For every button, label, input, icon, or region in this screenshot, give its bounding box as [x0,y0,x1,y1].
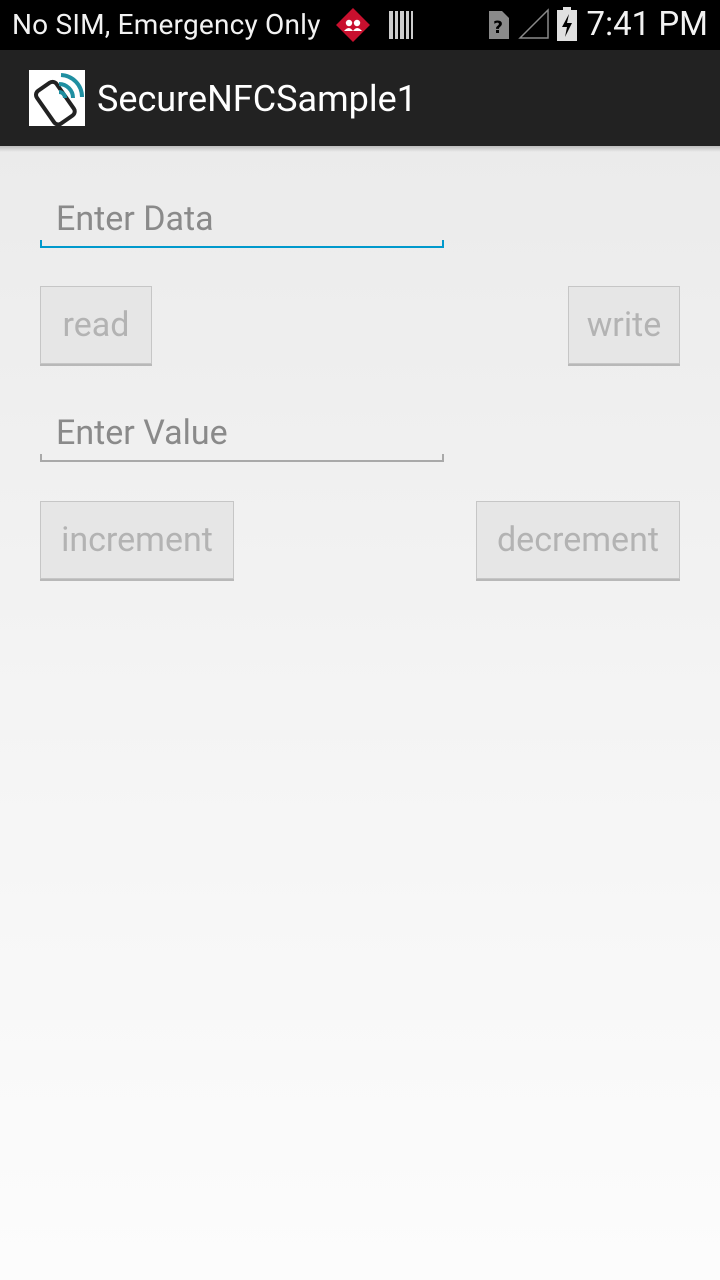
increment-button[interactable]: increment [40,501,234,579]
decrement-button[interactable]: decrement [476,501,680,579]
data-input[interactable] [40,190,444,248]
action-bar-shadow [0,146,720,152]
nfc-phone-icon[interactable] [29,70,85,127]
svg-text:?: ? [493,18,503,38]
value-input[interactable] [40,404,444,462]
main-content: read write increment decrement [0,146,720,1280]
read-button[interactable]: read [40,286,152,364]
data-field[interactable] [40,190,444,248]
battery-charging-icon [557,7,577,41]
signal-empty-icon [518,8,549,39]
barcode-icon [389,11,413,39]
alert-diamond-icon [336,8,370,42]
write-button[interactable]: write [568,286,680,364]
status-time: 7:41 PM [586,5,708,44]
unknown-sim-icon: ? [489,11,509,39]
value-field-underline [40,454,444,462]
value-field[interactable] [40,404,444,462]
data-field-underline [40,240,444,248]
status-bar: No SIM, Emergency Only ? 7:41 PM [0,0,720,50]
app-title: SecureNFCSample1 [97,78,417,120]
action-bar: SecureNFCSample1 [0,50,720,146]
carrier-status-text: No SIM, Emergency Only [12,8,321,41]
